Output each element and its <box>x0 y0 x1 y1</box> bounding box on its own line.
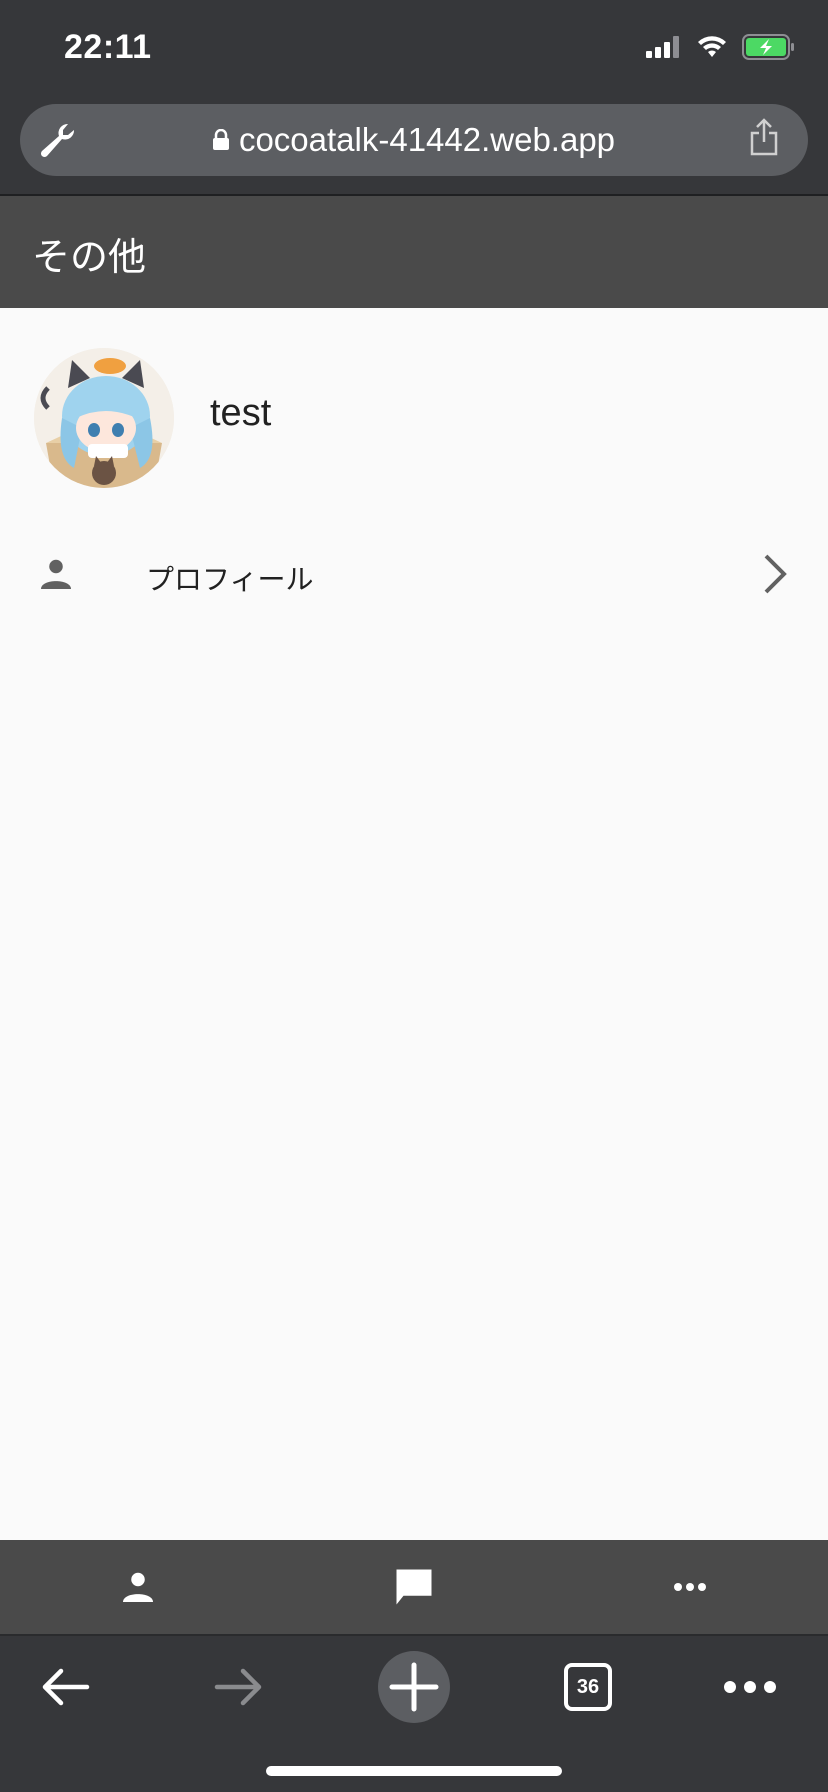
more-dots-icon <box>724 1681 776 1693</box>
url-bar[interactable]: cocoatalk-41442.web.app <box>20 104 808 176</box>
person-icon <box>38 556 74 597</box>
chevron-right-icon <box>762 552 788 601</box>
status-icons <box>646 34 796 60</box>
page-title: その他 <box>32 237 147 279</box>
wifi-icon <box>698 36 726 57</box>
new-tab-plus-icon <box>378 1651 450 1723</box>
nav-chats[interactable] <box>276 1540 552 1634</box>
person-icon <box>123 1572 153 1602</box>
user-profile-row: test <box>0 308 828 498</box>
share-icon[interactable] <box>748 118 780 163</box>
back-arrow-icon <box>42 1668 90 1706</box>
username: test <box>210 392 272 434</box>
avatar[interactable] <box>34 348 174 488</box>
tabs-count: 36 <box>576 1675 600 1698</box>
nav-more[interactable] <box>552 1540 828 1634</box>
cellular-signal-icon <box>646 36 679 58</box>
nav-friends[interactable] <box>0 1540 276 1634</box>
app-header: その他 <box>0 196 828 308</box>
lock-icon <box>212 129 229 150</box>
bottom-navigation <box>0 1540 828 1634</box>
forward-arrow-icon <box>214 1668 262 1706</box>
back-button[interactable] <box>30 1646 100 1728</box>
new-tab-button[interactable] <box>376 1646 452 1728</box>
forward-button[interactable] <box>204 1646 274 1728</box>
status-time: 22:11 <box>64 28 152 66</box>
menu-item-label: プロフィール <box>146 564 314 595</box>
battery-charging-icon <box>742 34 794 60</box>
tabs-button[interactable]: 36 <box>562 1646 614 1728</box>
browser-address-area: cocoatalk-41442.web.app <box>0 98 828 196</box>
main-content: test プロフィール <box>0 308 828 1540</box>
chat-bubble-icon <box>396 1569 432 1605</box>
browser-menu-button[interactable] <box>720 1646 780 1728</box>
more-horizontal-icon <box>674 1583 706 1591</box>
home-indicator[interactable] <box>266 1766 562 1776</box>
tabs-icon: 36 <box>564 1663 612 1711</box>
url-display[interactable]: cocoatalk-41442.web.app <box>20 104 808 176</box>
menu-item-profile[interactable]: プロフィール <box>0 528 828 624</box>
status-bar: 22:11 <box>0 0 828 98</box>
url-text: cocoatalk-41442.web.app <box>238 121 616 158</box>
